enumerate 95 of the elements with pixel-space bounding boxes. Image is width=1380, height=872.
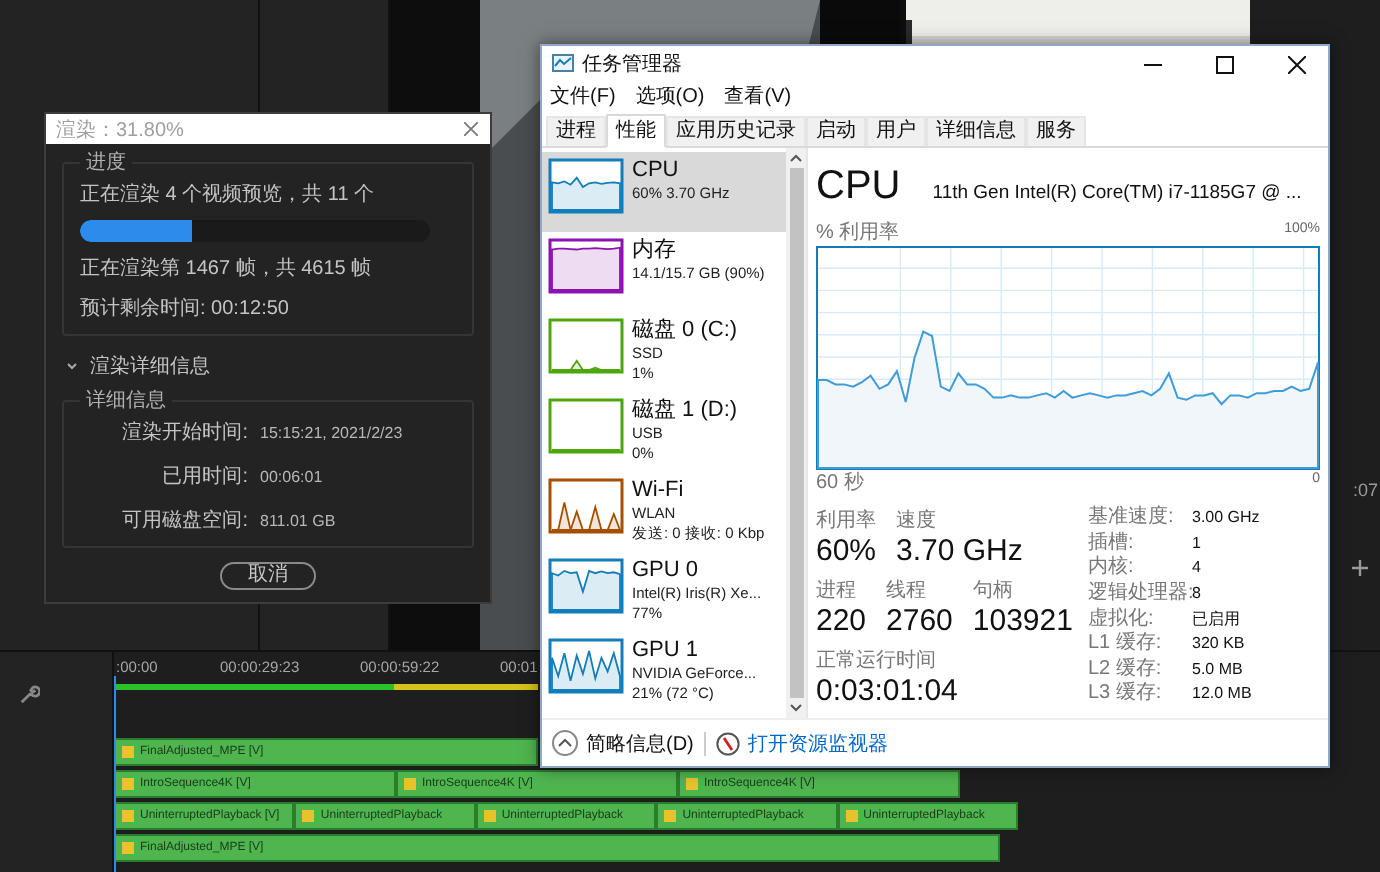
spec-label: 虚拟化:: [1088, 607, 1156, 631]
usage-thumbnail: [548, 238, 624, 294]
detail-label: 可用磁盘空间:: [120, 507, 248, 534]
spec-value: 5.0 MB: [1192, 657, 1245, 682]
effect-icon: [302, 810, 315, 822]
effect-icon: [122, 778, 134, 790]
detail-value: 00:06:01: [260, 467, 325, 485]
detail-label: 渲染开始时间:: [120, 419, 248, 446]
usage-thumbnail: [548, 558, 624, 614]
usage-thumbnail: [548, 398, 624, 454]
tab[interactable]: 详细信息: [926, 116, 1026, 146]
toggle-label[interactable]: 渲染详细信息: [90, 352, 210, 380]
menu-item[interactable]: 选项(O): [635, 82, 705, 110]
scroll-down-icon[interactable]: [790, 704, 802, 712]
spec-value: 3.00 GHz: [1192, 506, 1260, 530]
stat-value: 0:03:01:04: [816, 674, 958, 708]
stat-value: 103921: [972, 604, 1073, 638]
spec-label: 插槽:: [1088, 531, 1136, 555]
menu-item[interactable]: 查看(V): [724, 82, 792, 110]
spec-label: 基准速度:: [1088, 506, 1176, 531]
tab[interactable]: 启动: [806, 116, 866, 146]
stat-label: 线程: [886, 577, 929, 604]
spec-value: 1: [1192, 531, 1203, 556]
group-label: 进度: [84, 149, 128, 176]
stat-value: 3.70 GHz: [896, 534, 1023, 568]
tab[interactable]: 服务: [1026, 116, 1086, 146]
usage-thumbnail: [548, 318, 624, 374]
group-label: 详细信息: [84, 387, 168, 414]
detail-label: 已用时间:: [160, 463, 248, 490]
add-icon[interactable]: [1352, 560, 1368, 576]
effect-icon: [686, 778, 698, 790]
menu-item[interactable]: 文件(F): [550, 82, 616, 110]
resource-title: CPU: [816, 164, 901, 210]
stat-label: 速度: [896, 507, 939, 534]
resource-name: 内存: [632, 238, 678, 264]
maximize-icon: [1215, 55, 1233, 73]
spec-value: 4: [1192, 556, 1203, 581]
spec-value: 320 KB: [1192, 632, 1247, 657]
tab[interactable]: 用户: [866, 116, 926, 146]
detail-value: 811.01 GB: [260, 511, 338, 529]
window-title: 任务管理器: [582, 52, 684, 78]
chevron-icon[interactable]: [66, 360, 78, 372]
close-icon: [1287, 55, 1305, 73]
dialog-title: 渲染：31.80%: [56, 117, 184, 143]
wrench-icon[interactable]: [18, 684, 40, 706]
axis-label: 60 秒: [816, 472, 864, 494]
gauge-icon: [715, 731, 740, 755]
stat-value: 2760: [886, 604, 953, 638]
stat-label: 利用率: [816, 507, 877, 534]
effect-icon: [845, 810, 858, 822]
scrollbar[interactable]: [786, 148, 806, 718]
resource-name: 磁盘 1 (D:): [632, 398, 738, 424]
resource-name: GPU 0: [632, 558, 701, 584]
stat-value: 220: [816, 604, 867, 638]
remaining-time: 预计剩余时间: 00:12:50: [80, 295, 291, 322]
status-text: 正在渲染 4 个视频预览，共 11 个: [80, 181, 377, 208]
effect-icon: [122, 842, 134, 854]
close-icon[interactable]: [464, 122, 478, 136]
spec-value: 12.0 MB: [1192, 682, 1254, 707]
effect-icon: [404, 778, 416, 790]
spec-label: L3 缓存:: [1088, 682, 1164, 708]
effect-icon: [483, 810, 496, 822]
usage-thumbnail: [548, 638, 624, 694]
usage-thumbnail: [548, 478, 624, 534]
resource-name: CPU: [632, 158, 681, 184]
processor-model: 11th Gen Intel(R) Core(TM) i7-1185G7 @ ...: [932, 182, 1302, 204]
scroll-up-icon[interactable]: [790, 154, 802, 162]
stat-label: 正常运行时间: [816, 647, 938, 674]
resource-name: 磁盘 0 (C:): [632, 318, 738, 344]
app-icon: [552, 54, 574, 74]
effect-icon: [122, 810, 134, 822]
timecode: :07: [1352, 480, 1380, 500]
effect-icon: [664, 810, 677, 822]
spec-label: L1 缓存:: [1088, 632, 1164, 657]
spec-value: 已启用: [1192, 607, 1242, 631]
stat-label: 句柄: [972, 577, 1015, 604]
tab[interactable]: 性能: [606, 114, 666, 148]
chevron-up-icon: [552, 730, 578, 756]
fewer-details-button[interactable]: 简略信息(D): [552, 729, 694, 757]
effect-icon: [122, 746, 134, 758]
stat-value: 60%: [816, 534, 877, 568]
cancel-button[interactable]: 取消: [220, 562, 316, 590]
spec-label: 内核:: [1088, 556, 1136, 581]
resource-monitor-link[interactable]: 打开资源监视器: [715, 729, 888, 757]
usage-thumbnail: [548, 158, 624, 214]
tab[interactable]: 进程: [546, 116, 606, 146]
tab[interactable]: 应用历史记录: [666, 116, 806, 146]
status-text: 正在渲染第 1467 帧，共 4615 帧: [80, 255, 374, 282]
resource-name: Wi-Fi: [632, 478, 686, 504]
detail-value: 15:15:21, 2021/2/23: [260, 423, 405, 441]
spec-label: L2 缓存:: [1088, 657, 1164, 681]
graph-label: % 利用率: [816, 222, 900, 244]
stat-label: 进程: [816, 577, 858, 604]
spec-value: 8: [1192, 581, 1203, 606]
resource-name: GPU 1: [632, 638, 701, 664]
